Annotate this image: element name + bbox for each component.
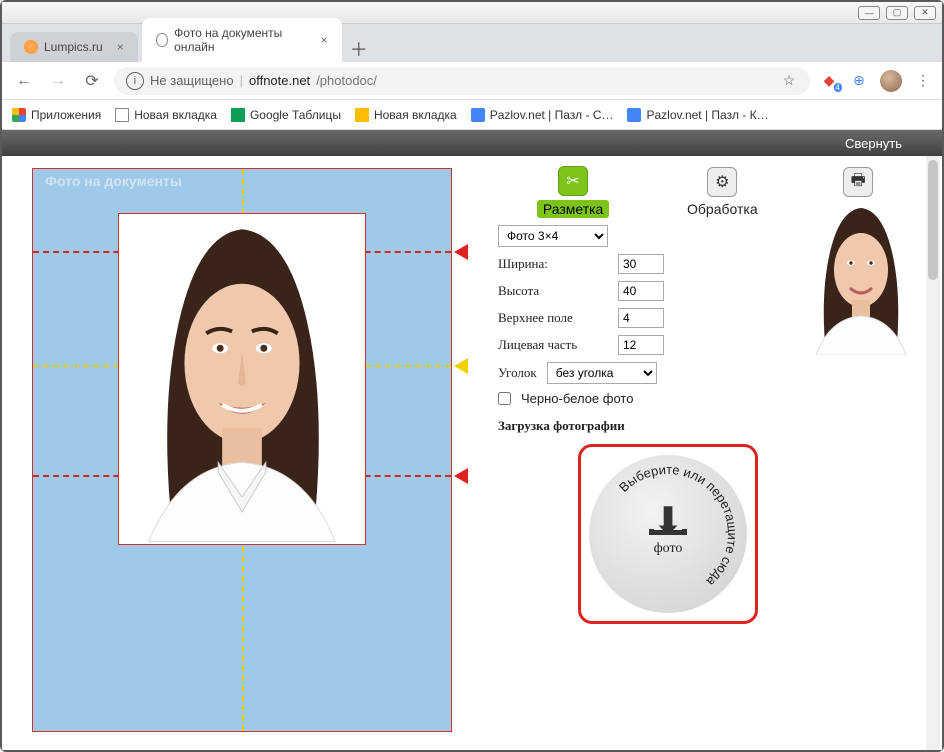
tab-close-icon[interactable]: ×: [117, 40, 124, 54]
bw-checkbox[interactable]: [498, 392, 511, 405]
settings-panel: ✂ Разметка ⚙ Обработка 🖶 Печать: [482, 156, 942, 750]
face-part-label: Лицевая часть: [498, 337, 608, 353]
extension-globe-icon[interactable]: ⊕: [850, 72, 868, 90]
upload-hint-text: Выберите или перетащите сюда: [589, 455, 747, 613]
bookmark-star-icon[interactable]: ☆: [780, 72, 798, 90]
portrait-photo: [119, 214, 365, 544]
height-input[interactable]: [618, 281, 664, 301]
bookmark-item[interactable]: Google Таблицы: [231, 108, 341, 122]
window-close-button[interactable]: ✕: [914, 6, 936, 20]
tab-title: Lumpics.ru: [44, 40, 103, 54]
tab-favicon-icon: [156, 33, 168, 47]
printer-icon: 🖶: [843, 167, 873, 197]
yellow-guide-marker[interactable]: [454, 358, 468, 374]
vertical-scrollbar[interactable]: [926, 156, 940, 750]
profile-avatar[interactable]: [880, 70, 902, 92]
main-content: Фото на документы: [2, 156, 942, 750]
photo-area-title: Фото на документы: [45, 173, 182, 189]
tab-close-icon[interactable]: ×: [321, 33, 328, 47]
corner-label: Уголок: [498, 365, 537, 381]
bookmarks-bar: Приложения Новая вкладка Google Таблицы …: [2, 100, 942, 130]
top-margin-input[interactable]: [618, 308, 664, 328]
nav-back-button[interactable]: ←: [12, 69, 36, 93]
address-host: offnote.net: [249, 73, 310, 88]
window-minimize-button[interactable]: —: [858, 6, 880, 20]
bookmark-item[interactable]: Новая вкладка: [355, 108, 457, 122]
bookmark-item[interactable]: Новая вкладка: [115, 108, 217, 122]
collapse-label: Свернуть: [845, 136, 902, 151]
page-icon: [355, 108, 369, 122]
step-label: Обработка: [687, 201, 758, 217]
bookmark-item[interactable]: Pazlov.net | Пазл - С…: [471, 108, 614, 122]
step-label: Разметка: [537, 200, 610, 218]
upload-dropzone[interactable]: Выберите или перетащите сюда ⬇ фото: [578, 444, 758, 624]
bw-label: Черно-белое фото: [521, 391, 633, 406]
top-margin-label: Верхнее поле: [498, 310, 608, 326]
address-bar-row: ← → ⟳ i Не защищено | offnote.net/photod…: [2, 62, 942, 100]
sliders-icon: ⚙: [707, 167, 737, 197]
nav-forward-button[interactable]: →: [46, 69, 70, 93]
red-guide-marker[interactable]: [454, 244, 468, 260]
photo-crop-frame[interactable]: [118, 213, 366, 545]
puzzle-icon: [471, 108, 485, 122]
apps-icon: [12, 108, 26, 122]
red-guide-marker[interactable]: [454, 468, 468, 484]
sheets-icon: [231, 108, 245, 122]
step-process[interactable]: ⚙ Обработка: [687, 167, 758, 217]
bookmark-label: Новая вкладка: [134, 108, 217, 122]
bookmark-label: Новая вкладка: [374, 108, 457, 122]
address-separator: |: [240, 73, 243, 88]
bookmark-item[interactable]: Pazlov.net | Пазл - К…: [627, 108, 768, 122]
bookmark-label: Pazlov.net | Пазл - К…: [646, 108, 768, 122]
browser-tab[interactable]: Lumpics.ru ×: [10, 32, 138, 62]
bookmark-label: Google Таблицы: [250, 108, 341, 122]
site-info-icon[interactable]: i: [126, 72, 144, 90]
crop-icon: ✂: [558, 166, 588, 196]
format-select[interactable]: Фото 3×4: [498, 225, 608, 247]
width-input[interactable]: [618, 254, 664, 274]
svg-text:Выберите или перетащите сюда: Выберите или перетащите сюда: [616, 462, 740, 590]
bookmark-label: Pazlov.net | Пазл - С…: [490, 108, 614, 122]
security-status: Не защищено: [150, 73, 234, 88]
collapse-bar[interactable]: Свернуть: [2, 130, 942, 156]
new-tab-button[interactable]: ＋: [346, 36, 372, 62]
puzzle-icon: [627, 108, 641, 122]
photo-page[interactable]: Фото на документы: [32, 168, 452, 732]
bookmark-apps[interactable]: Приложения: [12, 108, 101, 122]
photo-canvas-area: Фото на документы: [2, 156, 482, 750]
nav-reload-button[interactable]: ⟳: [80, 69, 104, 93]
browser-tab[interactable]: Фото на документы онлайн ×: [142, 18, 342, 62]
tab-title: Фото на документы онлайн: [174, 26, 307, 54]
step-markup[interactable]: ✂ Разметка: [537, 166, 610, 218]
face-part-input[interactable]: [618, 335, 664, 355]
page-icon: [115, 108, 129, 122]
tab-favicon-icon: [24, 40, 38, 54]
upload-section-title: Загрузка фотографии: [498, 418, 920, 434]
height-label: Высота: [498, 283, 608, 299]
width-label: Ширина:: [498, 256, 608, 272]
scrollbar-thumb[interactable]: [928, 160, 938, 280]
bookmark-label: Приложения: [31, 108, 101, 122]
address-path: /photodoc/: [316, 73, 377, 88]
upload-circle: Выберите или перетащите сюда ⬇ фото: [589, 455, 747, 613]
browser-tab-strip: Lumpics.ru × Фото на документы онлайн × …: [2, 24, 942, 62]
browser-menu-icon[interactable]: ⋮: [914, 72, 932, 90]
corner-select[interactable]: без уголка: [547, 362, 657, 384]
address-bar[interactable]: i Не защищено | offnote.net/photodoc/ ☆: [114, 67, 810, 95]
extension-icon[interactable]: ◆4: [820, 72, 838, 90]
photo-preview-thumbnail: [802, 200, 920, 355]
window-maximize-button[interactable]: ▢: [886, 6, 908, 20]
